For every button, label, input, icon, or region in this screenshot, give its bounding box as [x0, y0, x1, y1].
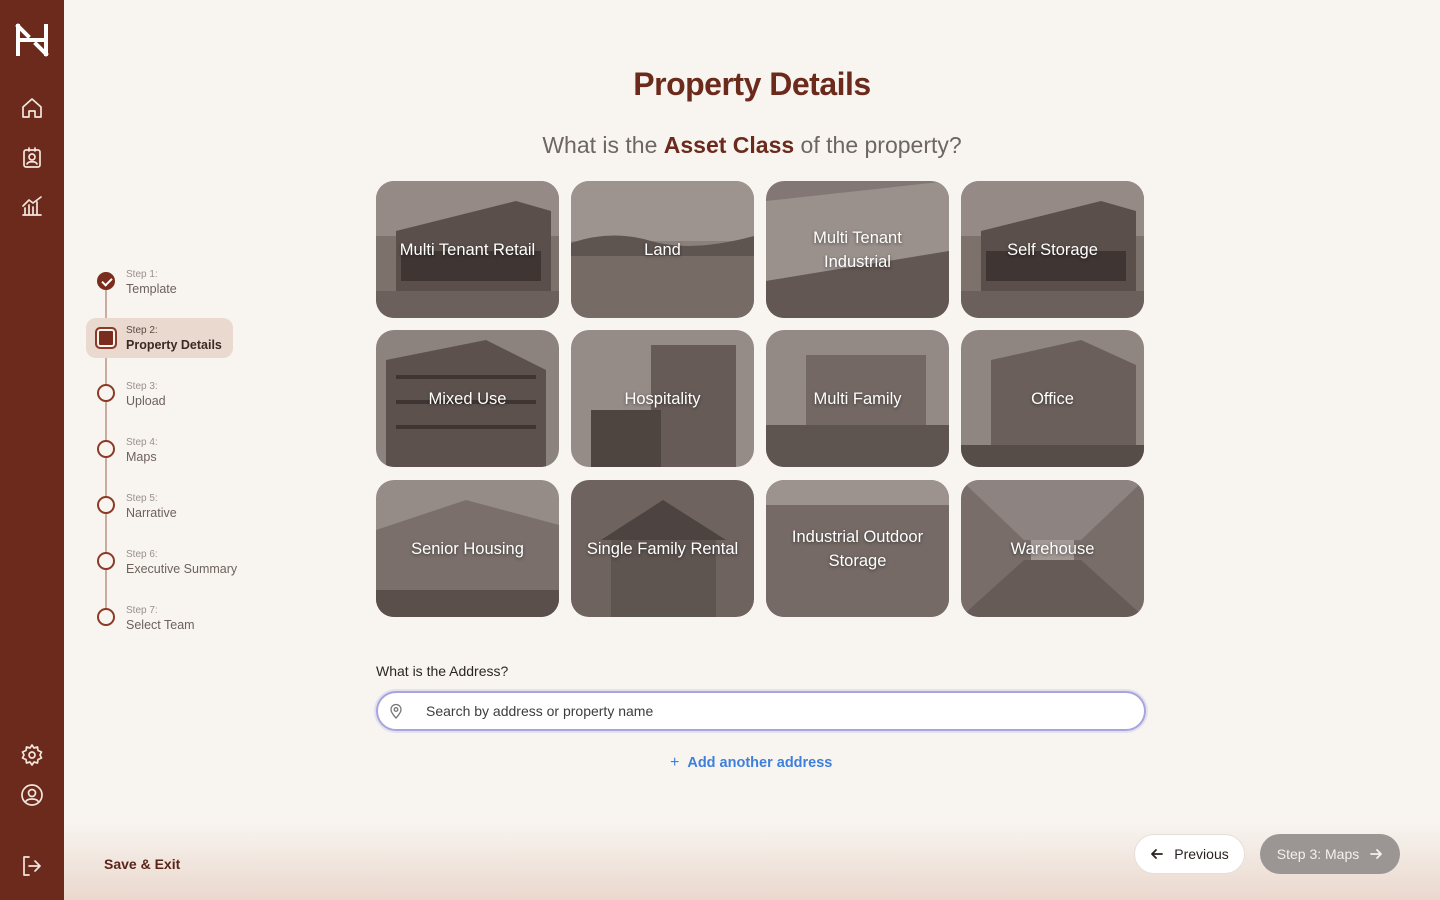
home-icon[interactable]	[20, 96, 44, 120]
tile-label: Single Family Rental	[586, 539, 739, 558]
arrow-right-icon	[1370, 849, 1383, 859]
step-label: Select Team	[126, 618, 195, 632]
sidebar-rail	[0, 0, 64, 900]
asset-tile-warehouse[interactable]: Warehouse	[961, 480, 1144, 617]
asset-tile-industrial-outdoor-storage[interactable]: Industrial Outdoor Storage	[766, 480, 949, 617]
address-search-input[interactable]	[426, 703, 1106, 719]
tile-label: Self Storage	[1007, 240, 1098, 259]
pending-step-icon	[97, 496, 115, 514]
asset-tile-land[interactable]: Land	[571, 181, 754, 318]
step-number: Step 6:	[126, 549, 158, 560]
previous-button[interactable]: Previous	[1134, 834, 1245, 874]
step-label: Narrative	[126, 506, 177, 520]
tile-label: Multi Tenant Industrial	[813, 228, 902, 271]
asset-tile-office[interactable]: Office	[961, 330, 1144, 467]
step-narrative[interactable]: Step 5: Narrative	[86, 486, 233, 526]
step-label: Upload	[126, 394, 166, 408]
page-title: Property Details	[633, 66, 871, 102]
save-exit-button[interactable]: Save & Exit	[104, 856, 180, 872]
step-number: Step 5:	[126, 493, 158, 504]
step-executive-summary[interactable]: Step 6: Executive Summary	[86, 542, 237, 582]
tile-label: Industrial Outdoor Storage	[791, 527, 924, 570]
asset-tile-hospitality[interactable]: Hospitality	[571, 330, 754, 467]
settings-icon[interactable]	[20, 743, 44, 767]
address-label: What is the Address?	[376, 663, 509, 679]
step-property-details[interactable]: Step 2: Property Details	[86, 318, 233, 358]
step-template[interactable]: Step 1: Template	[86, 262, 233, 302]
tile-label: Land	[644, 240, 681, 259]
asset-tile-multi-family[interactable]: Multi Family	[766, 330, 949, 467]
step-number: Step 2:	[126, 325, 158, 336]
pending-step-icon	[97, 608, 115, 626]
asset-tile-single-family-rental[interactable]: Single Family Rental	[571, 480, 754, 617]
asset-tile-self-storage[interactable]: Self Storage	[961, 181, 1144, 318]
next-step-button[interactable]: Step 3: Maps	[1260, 834, 1400, 874]
question-highlight: Asset Class	[663, 132, 795, 158]
step-number: Step 3:	[126, 381, 158, 392]
tile-label: Mixed Use	[428, 389, 507, 408]
pending-step-icon	[97, 552, 115, 570]
check-icon	[97, 272, 115, 290]
tile-label: Warehouse	[1010, 539, 1095, 558]
question-text: What is the	[542, 132, 664, 158]
asset-tile-multi-tenant-industrial[interactable]: Multi Tenant Industrial	[766, 181, 949, 318]
current-step-icon	[95, 327, 117, 349]
location-pin-icon	[390, 703, 402, 719]
tile-label: Hospitality	[624, 389, 701, 408]
step-upload[interactable]: Step 3: Upload	[86, 374, 233, 414]
add-address-label: Add another address	[687, 755, 833, 771]
contacts-icon[interactable]	[20, 146, 44, 170]
tile-label: Office	[1031, 389, 1074, 408]
step-number: Step 1:	[126, 269, 158, 280]
logout-icon[interactable]	[20, 854, 44, 878]
profile-icon[interactable]	[20, 783, 44, 807]
pending-step-icon	[97, 440, 115, 458]
asset-tile-senior-housing[interactable]: Senior Housing	[376, 480, 559, 617]
next-label: Step 3: Maps	[1276, 846, 1360, 862]
plus-icon: +	[670, 754, 680, 771]
asset-class-question: What is the Asset Class of the property?	[440, 132, 1064, 159]
asset-tile-multi-tenant-retail[interactable]: Multi Tenant Retail	[376, 181, 559, 318]
analytics-icon[interactable]	[20, 194, 44, 218]
step-number: Step 4:	[126, 437, 158, 448]
add-another-address-link[interactable]: + Add another address	[670, 754, 832, 772]
tile-label: Senior Housing	[411, 539, 524, 558]
asset-tile-mixed-use[interactable]: Mixed Use	[376, 330, 559, 467]
step-label: Executive Summary	[126, 562, 238, 576]
step-select-team[interactable]: Step 7: Select Team	[86, 598, 233, 638]
arrow-left-icon	[1151, 849, 1164, 859]
step-number: Step 7:	[126, 605, 158, 616]
pending-step-icon	[97, 384, 115, 402]
logo-icon[interactable]	[14, 22, 50, 58]
previous-label: Previous	[1174, 846, 1229, 862]
step-maps[interactable]: Step 4: Maps	[86, 430, 233, 470]
question-text: of the property?	[794, 132, 962, 158]
step-label: Maps	[126, 450, 157, 464]
step-label: Property Details	[126, 338, 222, 352]
step-label: Template	[126, 282, 177, 296]
tile-label: Multi Family	[813, 389, 902, 408]
tile-label: Multi Tenant Retail	[399, 240, 536, 259]
address-search-field[interactable]	[376, 691, 1146, 731]
